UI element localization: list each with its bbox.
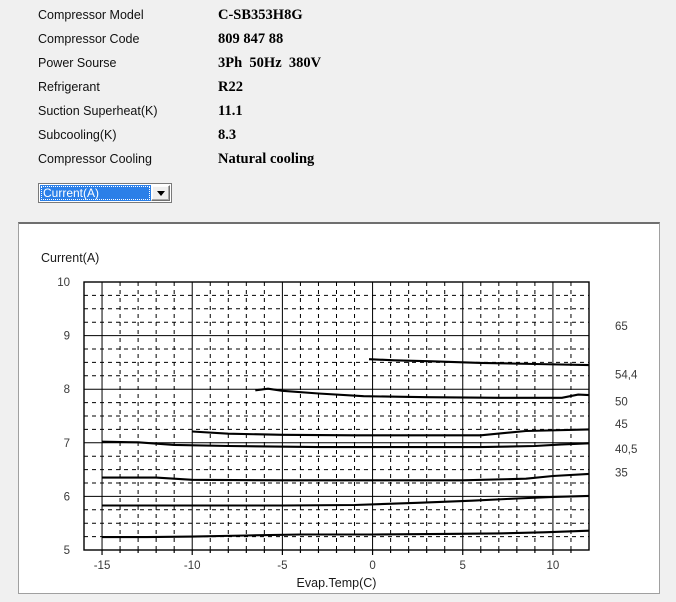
series-select-value[interactable]: Current(A) (40, 185, 151, 201)
spec-value: 3Ph 50Hz 380V (218, 55, 322, 71)
series-label-45: 45 (615, 419, 628, 431)
curve-35 (102, 472, 590, 482)
spec-label: Compressor Model (38, 8, 144, 22)
current-vs-evap-temp-chart: -15 -10 -5 0 5 10 5 6 7 8 9 10 Current(A) Evap.Temp(C… (41, 251, 638, 590)
compressor-spec-table: Compressor Model C-SB353H8G Compressor C… (0, 0, 676, 175)
spec-label: Suction Superheat(K) (38, 104, 158, 118)
spec-value: R22 (218, 79, 243, 95)
curve-45 (192, 428, 590, 437)
x-tick-label: 5 (460, 560, 466, 572)
spec-row: Suction Superheat(K) 11.1 (0, 103, 676, 127)
y-axis-title: Current(A) (41, 251, 99, 265)
y-tick-label: 5 (64, 545, 70, 557)
spec-label: Refrigerant (38, 80, 100, 94)
y-tick-label: 9 (64, 331, 70, 343)
curve-lower-b (102, 529, 590, 539)
chart-panel: -15 -10 -5 0 5 10 5 6 7 8 9 10 Current(A) Evap.Temp(C… (18, 222, 660, 594)
y-tick-label: 8 (64, 384, 70, 396)
series-label-65: 65 (615, 321, 628, 333)
series-select[interactable]: Current(A) (38, 183, 172, 203)
x-tick-label: -10 (184, 560, 201, 572)
y-tick-label: 10 (57, 277, 70, 289)
y-tick-label: 6 (64, 491, 70, 503)
x-tick-label: 10 (547, 560, 560, 572)
spec-value: 8.3 (218, 127, 237, 143)
x-tick-label: -5 (277, 560, 287, 572)
spec-row: Compressor Model C-SB353H8G (0, 7, 676, 31)
spec-row: Power Sourse 3Ph 50Hz 380V (0, 55, 676, 79)
series-label-54,4: 54,4 (615, 370, 638, 382)
series-label-50: 50 (615, 397, 628, 409)
x-axis-title: Evap.Temp(C) (297, 576, 377, 590)
curve-54,4 (255, 387, 590, 399)
spec-value: C-SB353H8G (218, 7, 303, 23)
spec-row: Compressor Cooling Natural cooling (0, 151, 676, 175)
spec-value: Natural cooling (218, 151, 315, 167)
curve-lower-a (102, 494, 590, 507)
spec-label: Subcooling(K) (38, 128, 117, 142)
spec-row: Subcooling(K) 8.3 (0, 127, 676, 151)
chevron-down-icon (156, 190, 165, 196)
x-tick-label: -15 (94, 560, 111, 572)
spec-label: Power Sourse (38, 56, 117, 70)
spec-label: Compressor Code (38, 32, 140, 46)
spec-value: 11.1 (218, 103, 243, 119)
series-label-35: 35 (615, 467, 628, 479)
spec-value: 809 847 88 (218, 31, 284, 47)
series-select-arrow-button[interactable] (151, 185, 170, 201)
spec-label: Compressor Cooling (38, 152, 152, 166)
spec-row: Compressor Code 809 847 88 (0, 31, 676, 55)
y-tick-label: 7 (64, 438, 70, 450)
spec-row: Refrigerant R22 (0, 79, 676, 103)
series-label-40,5: 40,5 (615, 444, 637, 456)
x-tick-label: 0 (369, 560, 375, 572)
